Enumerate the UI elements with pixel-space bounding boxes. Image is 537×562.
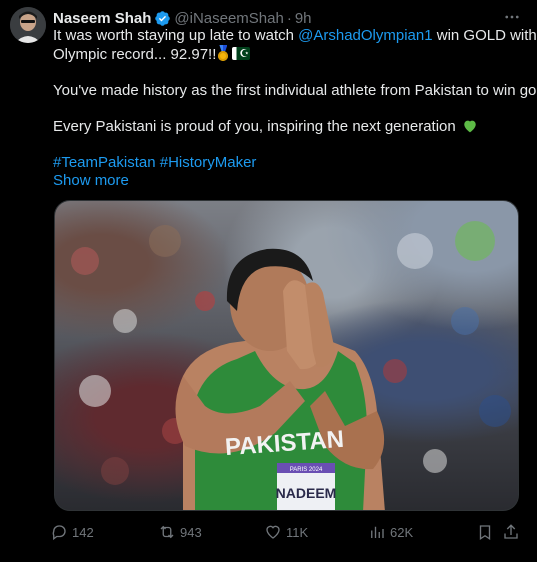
bookmark-icon	[479, 525, 491, 541]
tweet-media-image[interactable]: PAKISTAN PARIS 2024 NADEEM	[54, 200, 519, 511]
tweet-text: It was worth staying up late to watch @A…	[53, 27, 537, 172]
hashtag-historymaker[interactable]: #HistoryMaker	[160, 154, 257, 171]
bib-small-text: PARIS 2024	[290, 467, 323, 473]
handle[interactable]: @iNaseemShah	[174, 10, 283, 27]
heart-icon	[266, 525, 280, 539]
gold-medal-icon	[216, 45, 230, 61]
athlete-photo: PAKISTAN PARIS 2024 NADEEM	[71, 221, 511, 510]
views-button[interactable]: 62K	[368, 520, 413, 544]
like-button[interactable]: 11K	[264, 520, 308, 544]
hashtags: #TeamPakistan #HistoryMaker	[53, 154, 527, 172]
show-more-link[interactable]: Show more	[53, 172, 129, 189]
repost-count: 943	[180, 524, 202, 540]
pakistan-flag-icon	[232, 45, 251, 63]
text-line-2: Olympic record... 92.97!!	[53, 45, 527, 64]
green-heart-icon	[464, 120, 476, 133]
verified-badge-icon	[155, 10, 171, 26]
tweet-header: Naseem Shah @iNaseemShah · 9h	[53, 8, 312, 28]
share-icon	[504, 524, 518, 539]
reply-button[interactable]: 142	[50, 520, 94, 544]
like-count: 11K	[286, 524, 309, 540]
separator-dot: ·	[286, 9, 292, 27]
bookmark-button[interactable]	[476, 520, 494, 544]
views-icon	[371, 526, 384, 538]
avatar-image	[10, 7, 46, 43]
hashtag-teampakistan[interactable]: #TeamPakistan	[53, 154, 156, 171]
text-segment: win GOLD with an	[436, 27, 537, 44]
tweet[interactable]: Naseem Shah @iNaseemShah · 9h It was wor…	[0, 0, 537, 562]
text-paragraph-2: You've made history as the first individ…	[53, 82, 537, 99]
reply-icon	[52, 525, 66, 541]
action-bar: 142 943 11K 62K	[50, 520, 525, 544]
mention-link[interactable]: @ArshadOlympian1	[298, 27, 432, 44]
views-count: 62K	[390, 524, 414, 540]
reply-count: 142	[72, 524, 94, 540]
more-dots-icon	[505, 15, 519, 19]
share-button[interactable]	[502, 520, 520, 544]
text-line-1: It was worth staying up late to watch @A…	[53, 27, 537, 45]
text-segment: It was worth staying up late to watch	[53, 27, 299, 44]
repost-button[interactable]: 943	[158, 520, 202, 544]
avatar[interactable]	[10, 7, 46, 43]
text-segment: Every Pakistani is proud of you, inspiri…	[53, 118, 456, 135]
text-segment: Olympic record... 92.97!!	[53, 46, 217, 63]
more-options-button[interactable]	[501, 6, 523, 28]
bib-name-text: NADEEM	[276, 485, 337, 501]
text-paragraph-3: Every Pakistani is proud of you, inspiri…	[53, 118, 527, 136]
timestamp[interactable]: 9h	[295, 10, 312, 27]
repost-icon	[160, 525, 174, 539]
display-name[interactable]: Naseem Shah	[53, 10, 151, 27]
